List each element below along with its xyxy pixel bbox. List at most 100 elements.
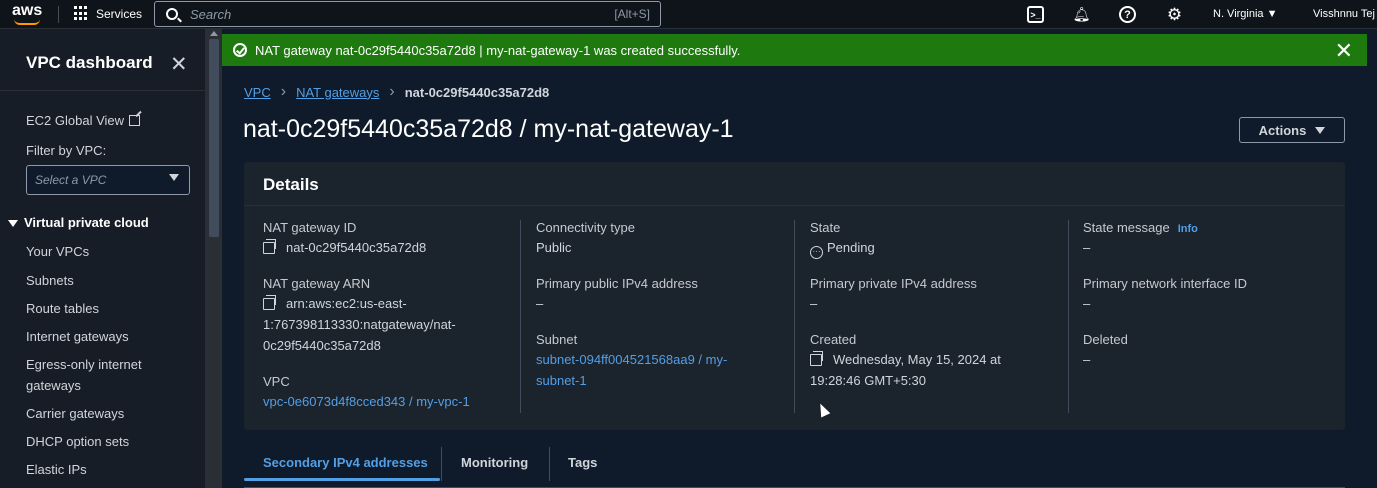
scroll-up-arrow-icon[interactable] bbox=[210, 31, 218, 36]
divider bbox=[58, 6, 59, 23]
field-created: Created Wednesday, May 15, 2024 at 19:28:… bbox=[810, 332, 1001, 391]
field-label: Primary private IPv4 address bbox=[810, 276, 977, 291]
actions-dropdown-button[interactable]: Actions bbox=[1239, 117, 1345, 143]
region-selector[interactable]: N. Virginia ▼ bbox=[1213, 8, 1278, 20]
field-label: State message Info bbox=[1083, 220, 1198, 235]
page-title: nat-0c29f5440c35a72d8 / my-nat-gateway-1 bbox=[243, 115, 734, 143]
sidebar-item-subnets[interactable]: Subnets bbox=[26, 270, 166, 291]
field-value: Public bbox=[536, 240, 572, 255]
vpc-filter-placeholder: Select a VPC bbox=[35, 173, 107, 187]
state-message-label: State message bbox=[1083, 220, 1170, 235]
field-primary-public-ipv4: Primary public IPv4 address – bbox=[536, 276, 698, 314]
details-header: Details bbox=[244, 162, 1345, 206]
external-link-icon bbox=[129, 115, 141, 126]
field-label: Subnet bbox=[536, 332, 578, 347]
sidebar: VPC dashboard ✕ EC2 Global View Filter b… bbox=[0, 29, 206, 488]
tab-monitoring[interactable]: Monitoring bbox=[461, 455, 528, 470]
arn-line-2: 1:767398113330:natgateway/nat- bbox=[263, 317, 456, 332]
breadcrumb: VPC › NAT gateways › nat-0c29f5440c35a72… bbox=[244, 83, 549, 101]
success-flash-banner: NAT gateway nat-0c29f5440c35a72d8 | my-n… bbox=[222, 34, 1367, 66]
breadcrumb-vpc[interactable]: VPC bbox=[244, 85, 271, 100]
vpc-filter-select[interactable]: Select a VPC bbox=[26, 165, 190, 195]
search-icon bbox=[166, 8, 178, 20]
created-line-2: 19:28:46 GMT+5:30 bbox=[810, 373, 926, 388]
sidebar-item-your-vpcs[interactable]: Your VPCs bbox=[26, 241, 166, 262]
tab-secondary-ipv4-addresses[interactable]: Secondary IPv4 addresses bbox=[263, 455, 428, 470]
chevron-right-icon: › bbox=[280, 83, 287, 100]
section-virtual-private-cloud[interactable]: Virtual private cloud bbox=[8, 215, 149, 230]
sidebar-item-elastic-ips[interactable]: Elastic IPs bbox=[26, 459, 166, 480]
field-vpc: VPC vpc-0e6073d4f8cced343 / my-vpc-1 bbox=[263, 374, 470, 412]
sidebar-item-egress-only-internet-gateways[interactable]: Egress-only internet gateways bbox=[26, 354, 166, 396]
detail-tabs: Secondary IPv4 addresses Monitoring Tags bbox=[244, 445, 1345, 488]
field-label: NAT gateway ID bbox=[263, 220, 357, 235]
field-subnet: Subnet subnet-094ff004521568aa9 / my-sub… bbox=[536, 332, 727, 391]
field-label: NAT gateway ARN bbox=[263, 276, 371, 291]
field-value: – bbox=[1083, 240, 1091, 255]
settings-gear-icon[interactable]: ⚙︎ bbox=[1166, 5, 1183, 24]
filter-by-vpc-label: Filter by VPC: bbox=[26, 143, 107, 158]
field-primary-network-interface-id: Primary network interface ID – bbox=[1083, 276, 1247, 314]
tab-tags[interactable]: Tags bbox=[568, 455, 597, 470]
field-label: State bbox=[810, 220, 841, 235]
actions-label: Actions bbox=[1258, 122, 1307, 138]
search-placeholder: Search bbox=[190, 6, 232, 22]
aws-logo[interactable]: aws bbox=[12, 2, 46, 26]
top-navigation-bar: aws Services Search [Alt+S] >_ 🔔︎ ? ⚙︎ N… bbox=[0, 0, 1377, 29]
scrollbar-thumb[interactable] bbox=[209, 39, 219, 237]
sidebar-item-route-tables[interactable]: Route tables bbox=[26, 298, 166, 319]
search-input[interactable]: Search [Alt+S] bbox=[154, 1, 661, 27]
arn-line-1: arn:aws:ec2:us-east- bbox=[286, 296, 407, 311]
field-label: Created bbox=[810, 332, 857, 347]
dismiss-close-icon[interactable]: ✕ bbox=[1335, 38, 1353, 64]
close-sidebar-icon[interactable]: ✕ bbox=[170, 52, 188, 77]
success-check-icon bbox=[233, 43, 247, 57]
field-label: Deleted bbox=[1083, 332, 1128, 347]
field-nat-gateway-id: NAT gateway ID nat-0c29f5440c35a72d8 bbox=[263, 220, 426, 258]
tab-separator bbox=[549, 447, 550, 481]
services-label: Services bbox=[96, 6, 143, 21]
breadcrumb-nat-gateways[interactable]: NAT gateways bbox=[296, 85, 379, 100]
sidebar-item-dhcp-option-sets[interactable]: DHCP option sets bbox=[26, 431, 166, 452]
vpc-link[interactable]: vpc-0e6073d4f8cced343 / my-vpc-1 bbox=[263, 391, 470, 412]
sidebar-item-ec2-global-view[interactable]: EC2 Global View bbox=[26, 113, 141, 128]
state-value: Pending bbox=[827, 240, 875, 255]
copy-icon[interactable] bbox=[263, 239, 276, 254]
cloudshell-icon[interactable]: >_ bbox=[1027, 6, 1044, 23]
chevron-down-icon bbox=[169, 174, 179, 181]
services-menu-button[interactable]: Services bbox=[74, 6, 142, 21]
notifications-bell-icon[interactable]: 🔔︎ bbox=[1073, 6, 1091, 23]
field-label: Connectivity type bbox=[536, 220, 635, 235]
field-label: Primary network interface ID bbox=[1083, 276, 1247, 291]
grid-icon bbox=[74, 6, 89, 21]
breadcrumb-current: nat-0c29f5440c35a72d8 bbox=[404, 84, 550, 100]
pending-icon: ··· bbox=[810, 246, 823, 259]
subnet-link[interactable]: subnet-094ff004521568aa9 / my-subnet-1 bbox=[536, 349, 727, 391]
sidebar-scrollbar[interactable] bbox=[206, 29, 222, 488]
nat-gateway-id-value: nat-0c29f5440c35a72d8 bbox=[286, 240, 427, 255]
field-state: State ··· Pending bbox=[810, 220, 875, 259]
chevron-right-icon: › bbox=[389, 83, 395, 100]
subnet-line-1: subnet-094ff004521568aa9 / my- bbox=[536, 352, 728, 367]
sidebar-item-internet-gateways[interactable]: Internet gateways bbox=[26, 326, 166, 347]
search-shortcut: [Alt+S] bbox=[614, 7, 650, 21]
field-value: – bbox=[536, 296, 544, 311]
arn-line-3: 0c29f5440c35a72d8 bbox=[263, 338, 381, 353]
aws-logo-text: aws bbox=[12, 2, 43, 19]
column-divider bbox=[520, 220, 521, 413]
sidebar-item-carrier-gateways[interactable]: Carrier gateways bbox=[26, 403, 166, 424]
sidebar-title[interactable]: VPC dashboard bbox=[26, 53, 153, 73]
account-menu[interactable]: Visshnnu Tej bbox=[1313, 8, 1375, 20]
field-value: – bbox=[1083, 352, 1091, 367]
field-label: VPC bbox=[263, 374, 290, 389]
info-link[interactable]: Info bbox=[1178, 223, 1198, 235]
field-state-message: State message Info – bbox=[1083, 220, 1198, 258]
copy-icon[interactable] bbox=[263, 295, 276, 310]
field-label: Primary public IPv4 address bbox=[536, 276, 698, 291]
divider bbox=[0, 90, 206, 91]
help-icon[interactable]: ? bbox=[1119, 6, 1136, 23]
aws-smile-icon bbox=[14, 19, 40, 25]
copy-icon[interactable] bbox=[810, 351, 823, 366]
field-deleted: Deleted – bbox=[1083, 332, 1128, 370]
column-divider bbox=[1068, 220, 1069, 413]
